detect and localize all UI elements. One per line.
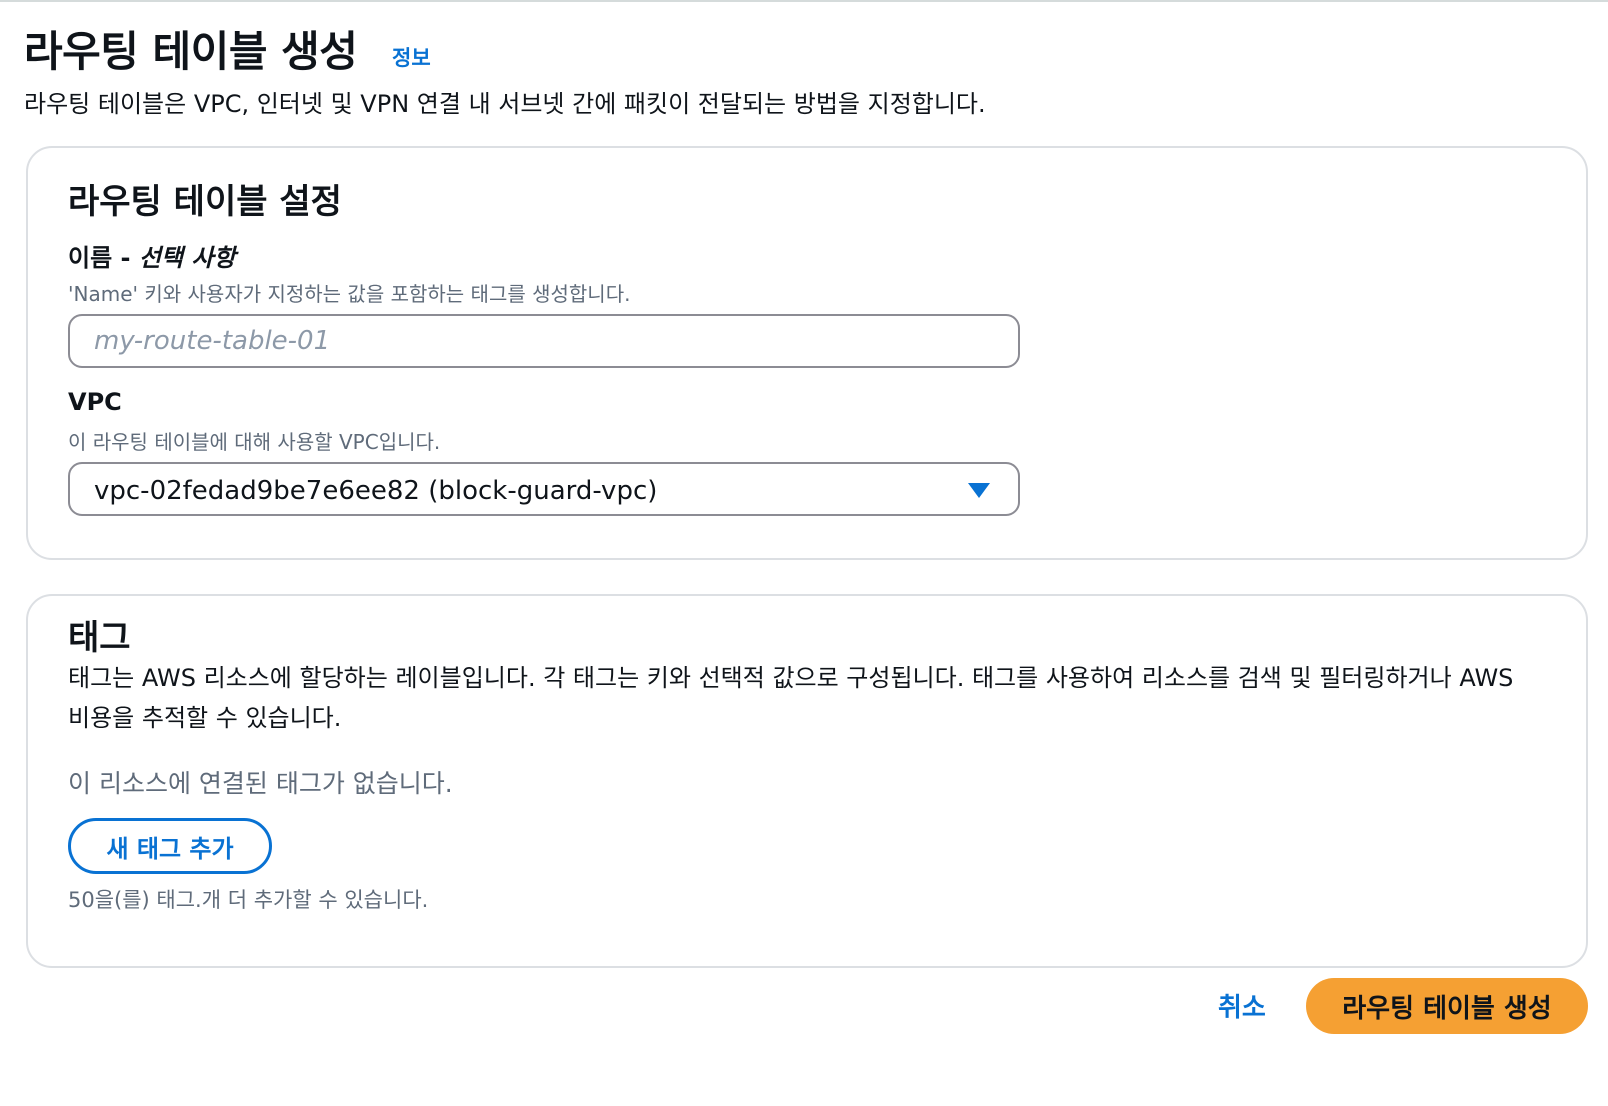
name-input[interactable] — [68, 314, 1020, 368]
page-description: 라우팅 테이블은 VPC, 인터넷 및 VPN 연결 내 서브넷 간에 패킷이 … — [24, 90, 986, 118]
vpc-field-description: 이 라우팅 테이블에 대해 사용할 VPC입니다. — [68, 430, 441, 454]
vpc-select-value: vpc-02fedad9be7e6ee82 (block-guard-vpc) — [94, 476, 658, 506]
add-new-tag-button[interactable]: 새 태그 추가 — [68, 818, 272, 874]
route-table-settings-panel: 라우팅 테이블 설정 이름 - 선택 사항 'Name' 키와 사용자가 지정하… — [26, 146, 1588, 560]
vpc-select[interactable]: vpc-02fedad9be7e6ee82 (block-guard-vpc) — [68, 462, 1020, 516]
cancel-button[interactable]: 취소 — [1218, 987, 1266, 1024]
tags-empty-message: 이 리소스에 연결된 태그가 없습니다. — [68, 769, 453, 798]
tags-description: 태그는 AWS 리소스에 할당하는 레이블입니다. 각 태그는 키와 선택적 값… — [68, 664, 1514, 732]
tags-panel: 태그 태그는 AWS 리소스에 할당하는 레이블입니다. 각 태그는 키와 선택… — [26, 594, 1588, 968]
page-title: 라우팅 테이블 생성 — [24, 27, 358, 76]
caret-down-icon — [968, 483, 990, 498]
tags-panel-title: 태그 — [68, 618, 131, 658]
settings-panel-title: 라우팅 테이블 설정 — [68, 182, 342, 222]
name-label-optional: 선택 사항 — [138, 244, 236, 272]
name-label-text: 이름 - — [68, 244, 139, 272]
tags-limit-text: 50을(를) 태그.개 더 추가할 수 있습니다. — [68, 888, 429, 912]
info-link[interactable]: 정보 — [392, 42, 431, 72]
name-field-label: 이름 - 선택 사항 — [68, 238, 236, 273]
create-route-table-button[interactable]: 라우팅 테이블 생성 — [1306, 978, 1588, 1034]
top-divider — [0, 0, 1608, 2]
name-field-description: 'Name' 키와 사용자가 지정하는 값을 포함하는 태그를 생성합니다. — [68, 282, 631, 306]
vpc-field-label: VPC — [68, 388, 122, 416]
